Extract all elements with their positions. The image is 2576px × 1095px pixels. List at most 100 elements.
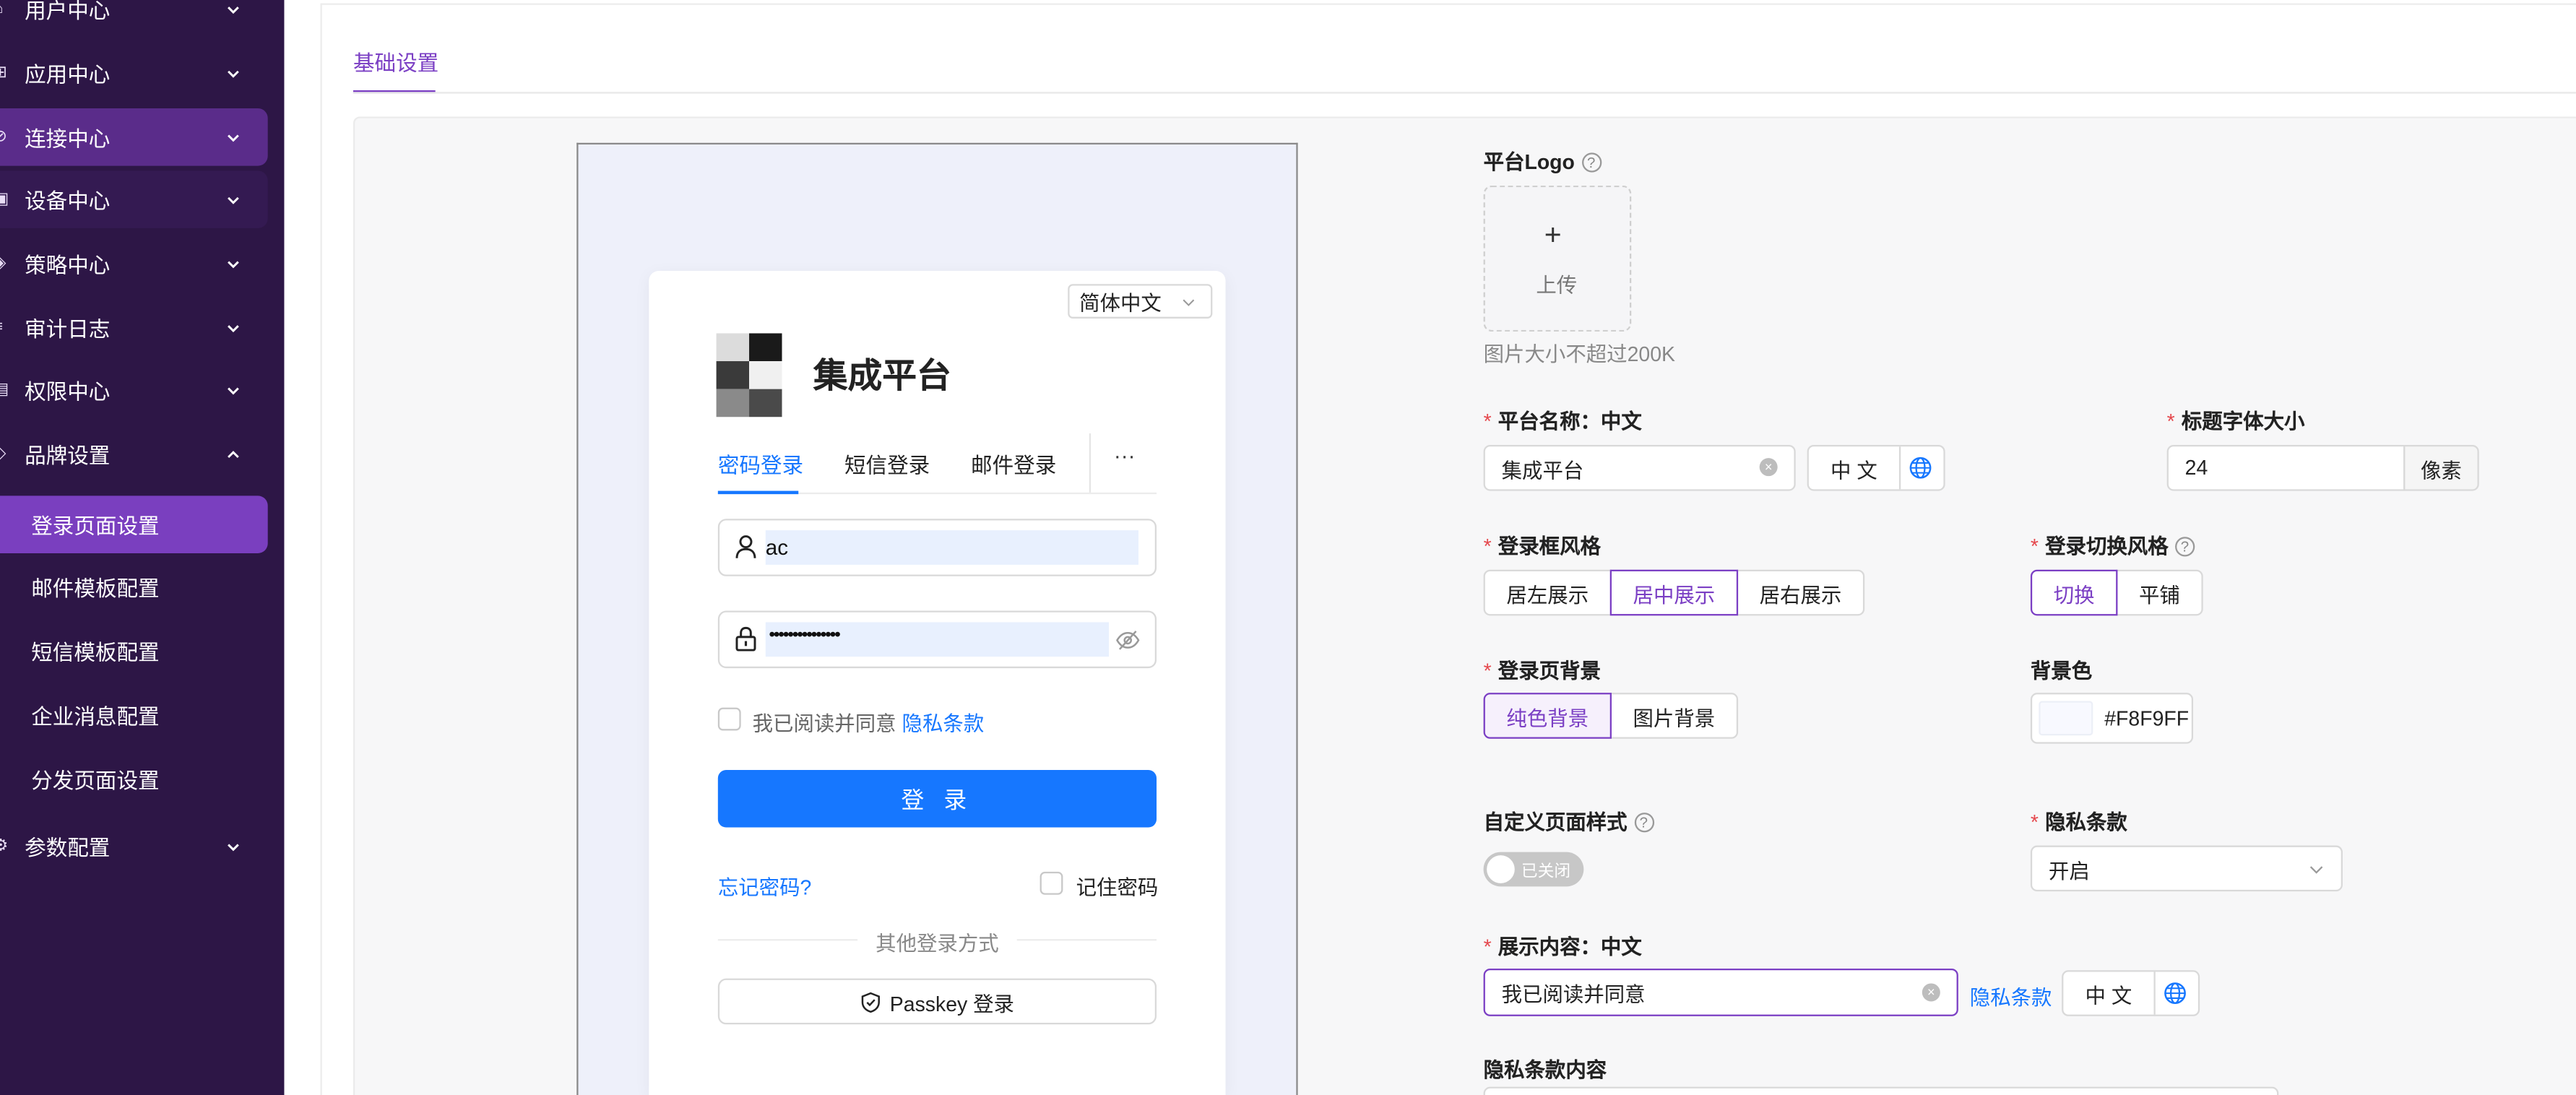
language-label: 中 文 (2063, 971, 2156, 1015)
chevron-down-icon (228, 134, 239, 142)
content-label: * 展示内容：中文 (1483, 935, 1642, 959)
sidebar-subitem-login-page[interactable]: 登录页面设置 (0, 495, 268, 553)
box-style-right[interactable]: 居右展示 (1736, 569, 1865, 616)
sidebar-subitem-enterprise-message[interactable]: 企业消息配置 (0, 686, 268, 744)
chevron-down-icon (228, 324, 239, 332)
apps-icon: ⊞ (0, 64, 17, 82)
sidebar-item-params[interactable]: ⚙ 参数配置 (0, 818, 268, 875)
tab-basic-settings[interactable]: 基础设置 (353, 46, 438, 77)
globe-icon[interactable] (2152, 972, 2198, 1015)
help-icon[interactable]: ? (2174, 537, 2195, 557)
sidebar-subitem-distribution-page[interactable]: 分发页面设置 (0, 750, 268, 808)
background-label: * 登录页背景 (1483, 659, 1601, 683)
tab-email-login[interactable]: 邮件登录 (971, 449, 1056, 480)
title-size-unit: 像素 (2403, 444, 2479, 491)
platform-name-input[interactable]: 集成平台 (1483, 444, 1796, 491)
box-style-segmented: 居左展示 居中展示 居右展示 (1483, 569, 1865, 616)
box-style-center[interactable]: 居中展示 (1609, 569, 1739, 616)
upload-hint: 图片大小不超过200K (1483, 343, 1676, 366)
shield-icon: ◈ (0, 254, 17, 272)
privacy-link[interactable]: 隐私条款 (1970, 980, 2052, 1011)
language-select[interactable]: 简体中文 (1068, 284, 1213, 319)
app-window: ⌂ 用户中心 ⊞ 应用中心 ⊘ 连接中心 ▣ 设备中心 ◈ 策略中心 ≡ 审计日… (0, 0, 2576, 1095)
chevron-down-icon (2309, 866, 2323, 874)
bg-color-picker[interactable]: #F8F9FF (2030, 693, 2194, 744)
title-size-input[interactable]: 24 (2166, 444, 2406, 491)
list-icon: ≡ (0, 319, 17, 337)
link-icon: ⊘ (0, 128, 17, 146)
logo-upload[interactable] (1483, 185, 1632, 332)
sidebar-item-connect-center[interactable]: ⊘ 连接中心 (0, 108, 268, 166)
platform-name-label: * 平台名称：中文 (1483, 410, 1642, 434)
autofill-highlight (765, 530, 1139, 565)
passkey-button[interactable]: Passkey 登录 (717, 978, 1157, 1025)
switch-style-toggle[interactable]: 切换 (2030, 569, 2118, 616)
sidebar-subitem-sms-template[interactable]: 短信模板配置 (0, 622, 268, 680)
user-icon (735, 535, 756, 558)
sidebar-item-user-center[interactable]: ⌂ 用户中心 (0, 0, 268, 38)
custom-style-switch[interactable]: 已关闭 (1483, 852, 1584, 887)
divider-line (1016, 939, 1157, 941)
privacy-link[interactable]: 隐私条款 (902, 712, 985, 735)
sidebar-item-policy-center[interactable]: ◈ 策略中心 (0, 235, 268, 293)
background-image[interactable]: 图片背景 (1609, 693, 1739, 739)
platform-logo-icon (716, 333, 782, 417)
clear-icon[interactable]: × (1759, 458, 1778, 477)
sidebar-item-app-center[interactable]: ⊞ 应用中心 (0, 44, 268, 102)
username-value: ac (765, 534, 789, 561)
tab-password-login[interactable]: 密码登录 (718, 449, 803, 480)
chevron-down-icon (228, 260, 239, 268)
title-size-label: * 标题字体大小 (2166, 410, 2305, 434)
sidebar-subitem-email-template[interactable]: 邮件模板配置 (0, 558, 268, 616)
content-language[interactable]: 中 文 (2062, 970, 2200, 1016)
login-button[interactable]: 登 录 (717, 769, 1157, 828)
sidebar: ⌂ 用户中心 ⊞ 应用中心 ⊘ 连接中心 ▣ 设备中心 ◈ 策略中心 ≡ 审计日… (0, 0, 285, 1095)
tab-sms-login[interactable]: 短信登录 (844, 449, 930, 480)
plus-icon: + (1544, 218, 1562, 251)
platform-name-language[interactable]: 中 文 (1807, 444, 1945, 491)
remember-checkbox[interactable] (1040, 871, 1063, 895)
chevron-down-icon (228, 843, 239, 851)
sidebar-item-brand-settings[interactable]: ◇ 品牌设置 (0, 425, 268, 483)
agree-checkbox[interactable] (717, 707, 741, 731)
sidebar-item-audit-log[interactable]: ≡ 审计日志 (0, 299, 268, 357)
more-icon[interactable]: ··· (1114, 443, 1136, 468)
eye-invisible-icon[interactable] (1115, 629, 1140, 652)
login-tab-indicator (717, 490, 799, 495)
forgot-password-link[interactable]: 忘记密码? (718, 870, 812, 901)
privacy-select[interactable]: 开启 (2030, 845, 2343, 892)
shield-check-icon (860, 991, 880, 1012)
privacy-content-input[interactable] (1483, 1086, 2279, 1095)
switch-style-tile[interactable]: 平铺 (2116, 569, 2203, 616)
privacy-content-label: 隐私条款内容 (1483, 1059, 1607, 1082)
logo-label: 平台Logo? (1484, 144, 1602, 176)
chevron-up-icon (228, 449, 239, 457)
content-input[interactable]: 我已阅读并同意 (1483, 969, 1958, 1016)
privacy-label: * 隐私条款 (2030, 810, 2127, 834)
password-value: ••••••••••••••• (769, 625, 841, 646)
switch-knob (1487, 855, 1515, 883)
background-segmented: 纯色背景 图片背景 (1483, 693, 1739, 739)
box-style-left[interactable]: 居左展示 (1483, 569, 1612, 616)
bg-color-label: 背景色 (2030, 659, 2093, 683)
help-icon[interactable]: ? (1633, 813, 1654, 833)
globe-icon[interactable] (1898, 446, 1944, 489)
sidebar-item-device-center[interactable]: ▣ 设备中心 (0, 170, 268, 228)
main-border (320, 3, 322, 1095)
agree-text: 我已阅读并同意 隐私条款 (752, 712, 985, 736)
gear-icon: ⚙ (0, 837, 17, 855)
user-icon: ⌂ (0, 0, 17, 18)
chevron-down-icon (228, 69, 239, 77)
divider-line (717, 939, 858, 941)
platform-title: 集成平台 (813, 358, 951, 396)
help-icon[interactable]: ? (1581, 152, 1602, 173)
clear-icon[interactable]: × (1922, 983, 1940, 1002)
tabs-divider (353, 92, 2576, 94)
sidebar-item-permission-center[interactable]: ▤ 权限中心 (0, 361, 268, 419)
box-style-label: * 登录框风格 (1483, 534, 1601, 558)
language-label: 中 文 (1809, 446, 1901, 490)
lock-icon (735, 626, 756, 652)
brand-icon: ◇ (0, 445, 17, 463)
background-solid[interactable]: 纯色背景 (1483, 693, 1612, 739)
upload-label: 上传 (1536, 274, 1578, 298)
